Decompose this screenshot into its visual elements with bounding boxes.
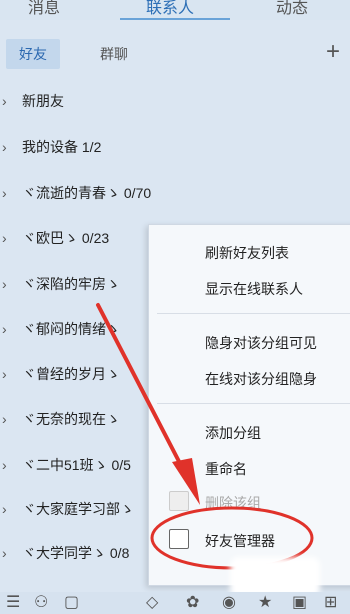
tab-contacts[interactable]: 联系人: [146, 0, 194, 18]
list-item-label: ヾ大学同学ゝ 0/8: [22, 545, 130, 561]
list-item-label: ヾ欧巴ゝ 0/23: [22, 230, 110, 246]
grid-icon[interactable]: ⊞: [324, 592, 337, 612]
list-item-label: ヾ大家庭学习部ゝ: [22, 501, 134, 517]
menu-item-invisible-visible[interactable]: 隐身对该分组可见: [205, 333, 317, 353]
add-icon[interactable]: +: [326, 40, 340, 64]
list-item-label: 我的设备 1/2: [22, 139, 102, 155]
bottom-toolbar: ☰ ⚇ ▢ ◇ ✿ ◉ ★ ▣ ⊞: [0, 592, 350, 614]
app-icon[interactable]: ◇: [146, 592, 158, 612]
menu-item-online-hidden[interactable]: 在线对该分组隐身: [205, 369, 317, 389]
menu-item-rename[interactable]: 重命名: [205, 459, 247, 479]
chevron-right-icon: ›: [2, 276, 7, 292]
menu-divider: [157, 313, 350, 314]
chevron-right-icon: ›: [2, 411, 7, 427]
blurred-region: [230, 557, 320, 597]
chevron-right-icon: ›: [2, 366, 7, 382]
file-icon[interactable]: ▢: [64, 592, 79, 612]
list-item-label: ヾ无奈的现在ゝ: [22, 411, 120, 427]
tab-dynamic[interactable]: 动态: [276, 0, 308, 18]
group-context-menu: 刷新好友列表 显示在线联系人 隐身对该分组可见 在线对该分组隐身 添加分组 重命…: [148, 224, 350, 586]
chevron-right-icon: ›: [2, 501, 7, 517]
list-item-label: ヾ流逝的青春ゝ 0/70: [22, 185, 152, 201]
chevron-right-icon: ›: [2, 185, 7, 201]
circle-icon[interactable]: ◉: [222, 592, 236, 612]
flower-icon[interactable]: ✿: [186, 592, 199, 612]
user-manager-icon: [169, 529, 189, 549]
list-item-label: ヾ曾经的岁月ゝ: [22, 366, 120, 382]
subtab-friends[interactable]: 好友: [6, 39, 60, 69]
menu-icon[interactable]: ☰: [6, 592, 20, 612]
menu-item-show-online[interactable]: 显示在线联系人: [205, 279, 303, 299]
chevron-right-icon: ›: [2, 93, 7, 109]
tab-messages[interactable]: 消息: [28, 0, 60, 18]
list-item-label: ヾ二中51班ゝ 0/5: [22, 457, 131, 473]
menu-item-add-group[interactable]: 添加分组: [205, 423, 261, 443]
chevron-right-icon: ›: [2, 321, 7, 337]
delete-group-icon: [169, 491, 189, 511]
menu-divider: [157, 403, 350, 404]
star-icon[interactable]: ★: [258, 592, 272, 612]
list-item-label: ヾ郁闷的情绪ゝ: [22, 321, 120, 337]
list-item-label: ヾ深陷的牢房ゝ: [22, 276, 120, 292]
chevron-right-icon: ›: [2, 545, 7, 561]
menu-item-refresh-friends[interactable]: 刷新好友列表: [205, 243, 289, 263]
chevron-right-icon: ›: [2, 139, 7, 155]
add-friend-icon[interactable]: ⚇: [34, 592, 48, 612]
chevron-right-icon: ›: [2, 230, 7, 246]
contacts-subtab-bar: 好友 群聊 +: [0, 36, 350, 72]
menu-item-friend-manager[interactable]: 好友管理器: [205, 531, 275, 551]
book-icon[interactable]: ▣: [292, 592, 307, 612]
menu-item-delete-group: 删除该组: [205, 495, 261, 511]
subtab-groups[interactable]: 群聊: [100, 39, 128, 69]
chevron-right-icon: ›: [2, 457, 7, 473]
list-item-label: 新朋友: [22, 93, 64, 109]
active-tab-indicator: [120, 18, 230, 20]
main-tab-bar: 消息 联系人 动态: [0, 0, 350, 20]
